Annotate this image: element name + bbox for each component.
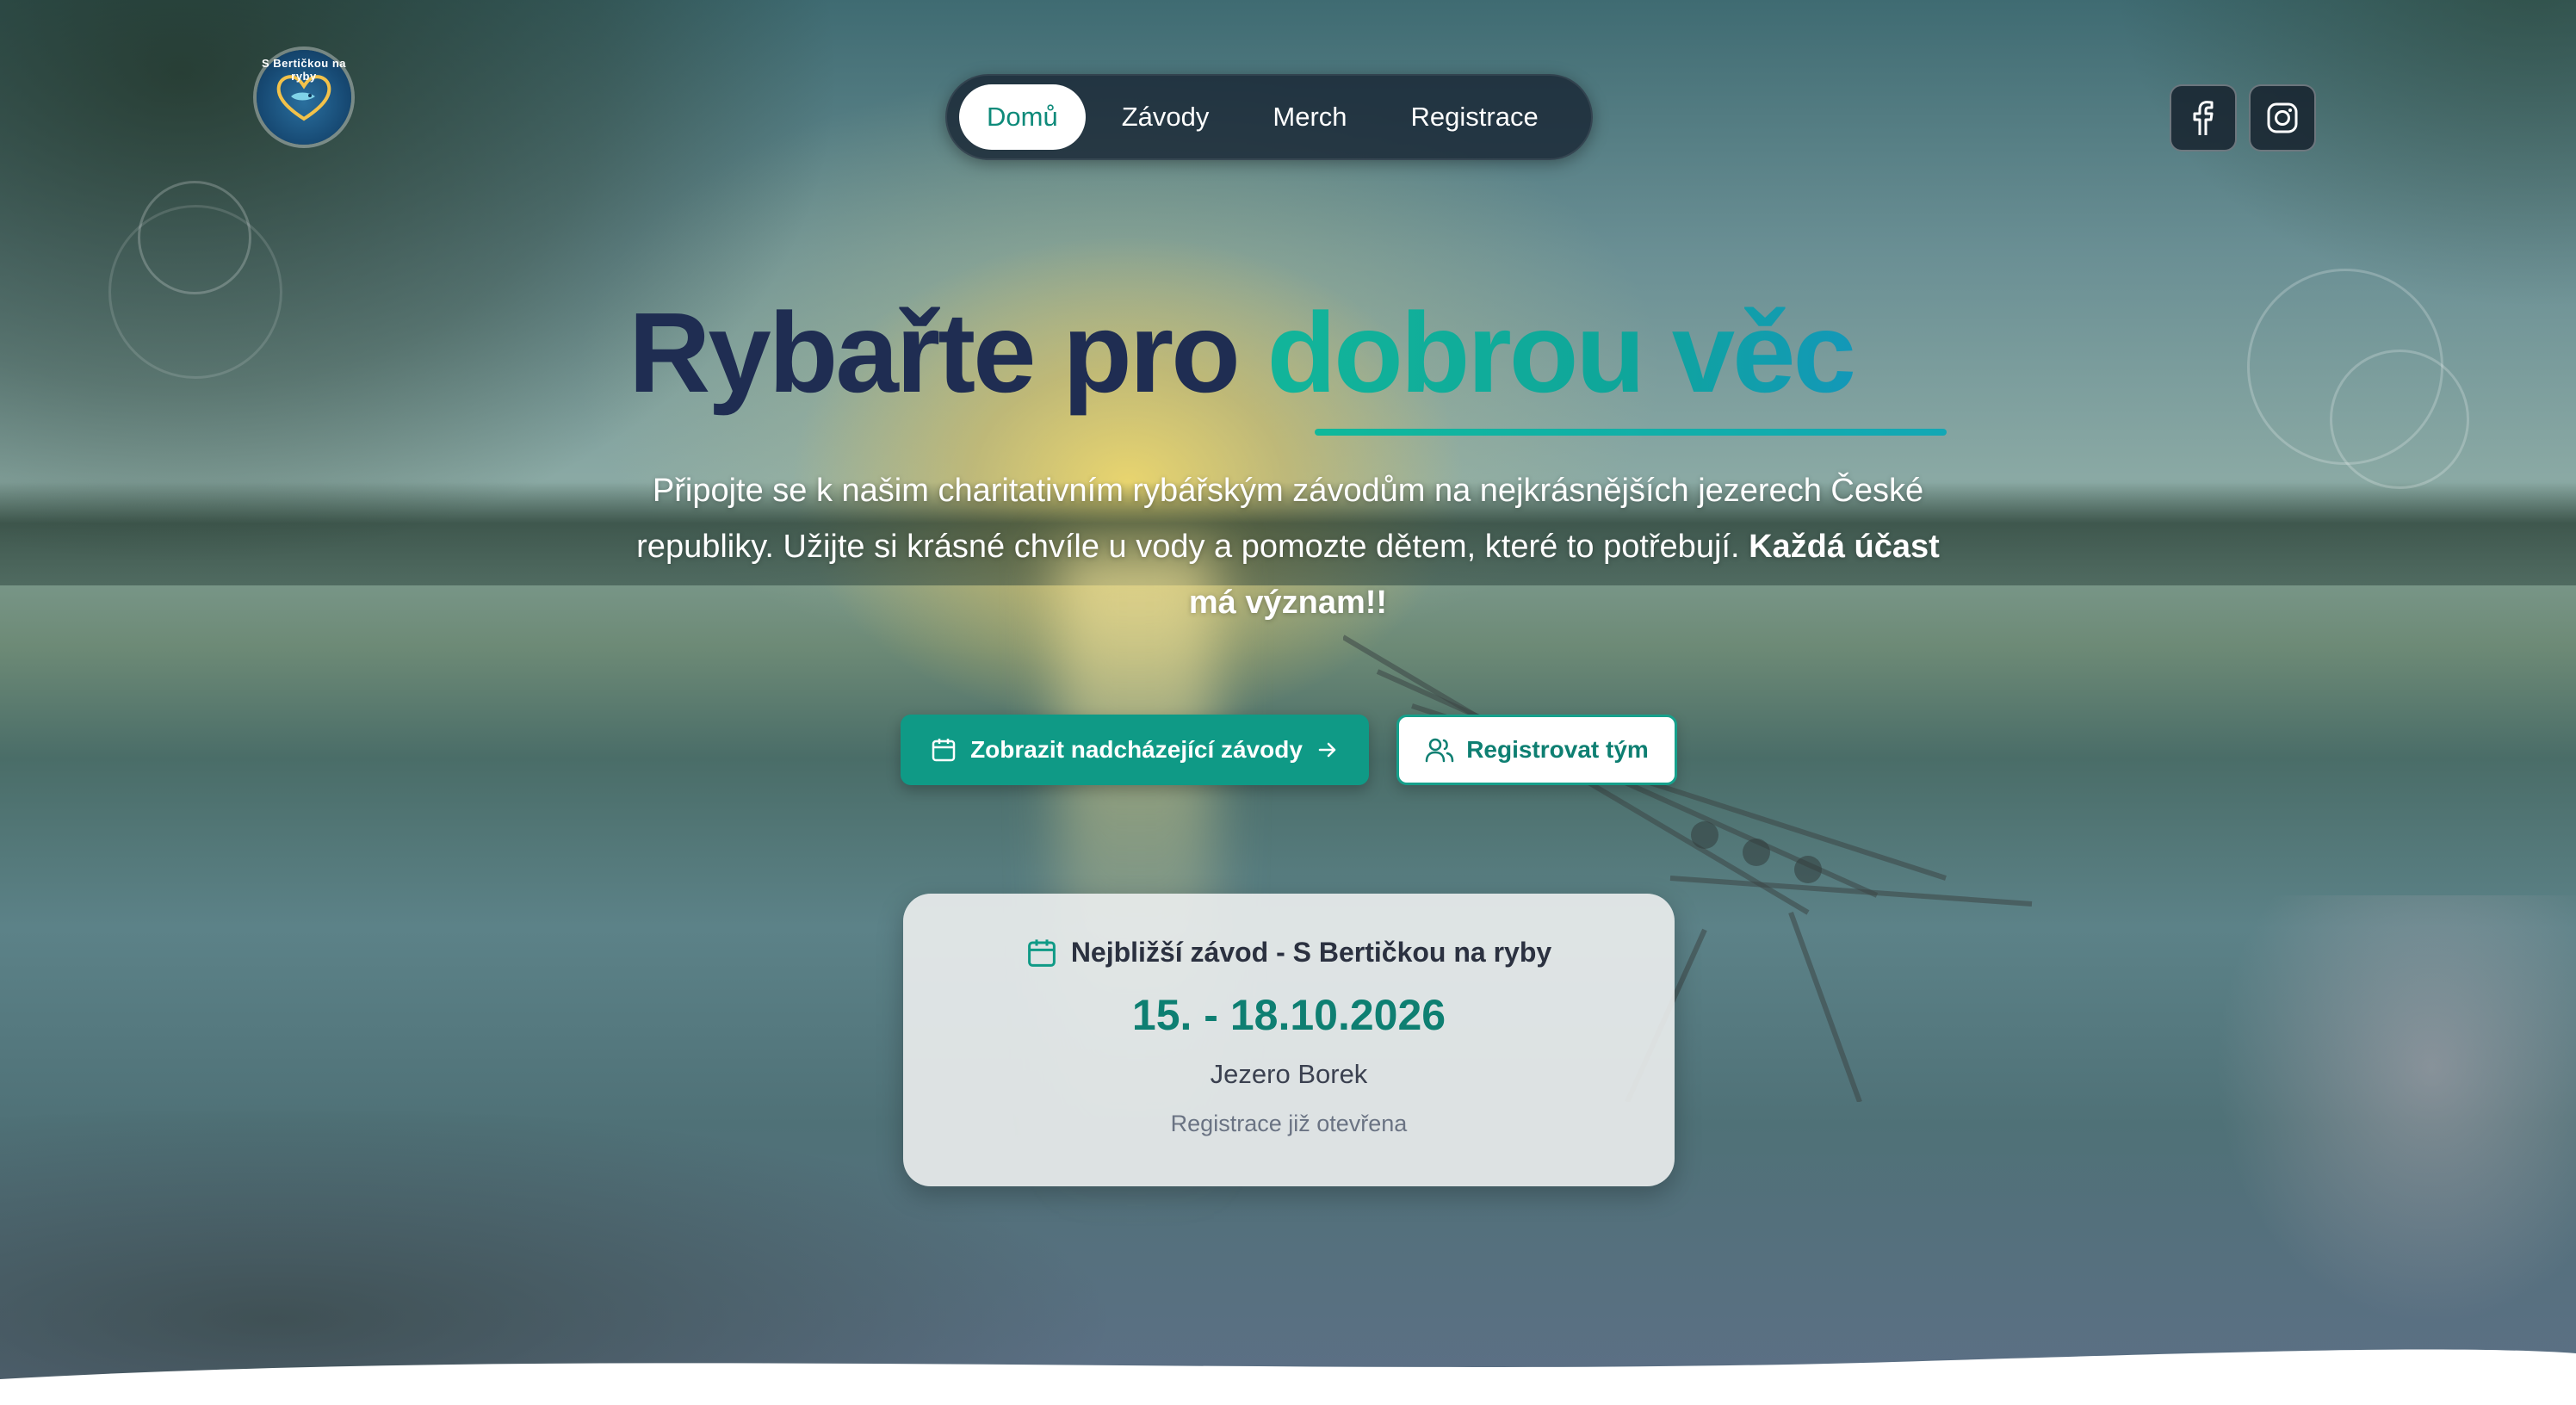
nav-item-zavody[interactable]: Závody (1094, 84, 1237, 150)
show-upcoming-races-button[interactable]: Zobrazit nadcházející závody (901, 715, 1369, 785)
bank-right (2214, 895, 2576, 1326)
next-event-heading: Nejbližší závod - S Bertičkou na ryby (1070, 937, 1552, 968)
hero-title-main: Rybařte pro (629, 289, 1241, 416)
next-event-location: Jezero Borek (1210, 1059, 1368, 1089)
register-team-label: Registrovat tým (1466, 736, 1649, 763)
facebook-button[interactable] (2170, 84, 2237, 152)
bottom-wave (0, 1349, 2576, 1405)
calendar-icon (932, 739, 956, 762)
register-team-button[interactable]: Registrovat tým (1396, 715, 1677, 785)
hero-background (0, 0, 2576, 1405)
decor-circle (2330, 350, 2469, 489)
next-event-card: Nejbližší závod - S Bertičkou na ryby 15… (903, 894, 1675, 1186)
next-event-dates: 15. - 18.10.2026 (1131, 991, 1446, 1039)
next-event-heading-row: Nejbližší závod - S Bertičkou na ryby (903, 937, 1675, 969)
logo-text: S Bertičkou na ryby (261, 57, 347, 83)
instagram-button[interactable] (2249, 84, 2316, 152)
nav-item-domu[interactable]: Domů (959, 84, 1086, 150)
hero-description-text: Připojte se k našim charitativním rybářs… (636, 473, 1924, 565)
next-event-status: Registrace již otevřena (1170, 1111, 1408, 1136)
users-icon (1425, 738, 1454, 763)
arrow-right-icon (1318, 742, 1336, 758)
hero-description: Připojte se k našim charitativním rybářs… (620, 463, 1956, 631)
nav-item-registrace[interactable]: Registrace (1384, 84, 1566, 150)
instagram-icon (2267, 102, 2298, 133)
hero-title-accent: dobrou věc (1266, 289, 1856, 416)
hero-title: Rybařte pro dobrou věc (629, 284, 1954, 422)
nav-item-merch[interactable]: Merch (1245, 84, 1374, 150)
decor-circle (108, 205, 282, 379)
main-nav: Domů Závody Merch Registrace (945, 74, 1593, 160)
facebook-icon (2193, 101, 2214, 135)
leaves-overlay-right (2111, 0, 2576, 310)
site-logo[interactable]: S Bertičkou na ryby (257, 50, 351, 145)
show-upcoming-races-label: Zobrazit nadcházející závody (970, 736, 1303, 763)
title-underline (1315, 429, 1947, 436)
calendar-icon (1027, 938, 1056, 967)
